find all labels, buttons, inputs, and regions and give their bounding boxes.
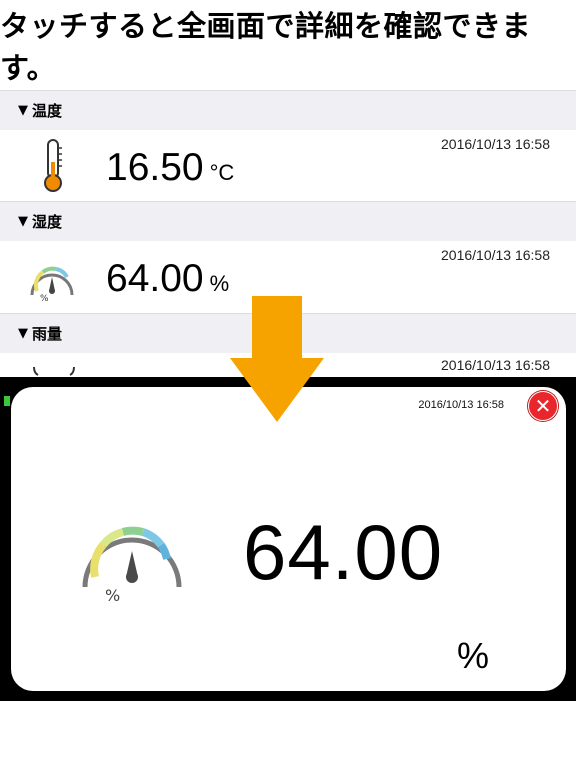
thermometer-icon (44, 139, 62, 192)
value-text: 64.00 (106, 257, 204, 300)
status-indicator (4, 396, 10, 406)
fullscreen-unit: % (457, 635, 490, 676)
section-header-temperature: ▼ 温度 (0, 90, 576, 130)
rain-icon (33, 366, 75, 376)
sensor-row-humidity[interactable]: 2016/10/13 16:58 % 64.00% (0, 241, 576, 313)
temperature-value: 16.50 °C (106, 146, 234, 190)
humidity-gauge-icon: % (82, 526, 182, 605)
svg-text:%: % (40, 294, 49, 303)
section-label: 雨量 (32, 325, 63, 343)
close-icon[interactable]: ✕ (528, 391, 558, 421)
fullscreen-timestamp: 2016/10/13 16:58 (418, 399, 504, 411)
section-header-humidity: ▼ 湿度 (0, 201, 576, 241)
triangle-icon: ▼ (18, 326, 28, 341)
timestamp: 2016/10/13 16:58 (441, 247, 550, 263)
section-label: 湿度 (32, 213, 63, 231)
fullscreen-card[interactable]: 2016/10/13 16:58 ✕ % 64.00 % (11, 387, 566, 691)
sensor-row-rainfall[interactable]: 2016/10/13 16:58 (0, 353, 576, 377)
triangle-icon: ▼ (18, 214, 28, 229)
gauge-label: % (105, 586, 120, 605)
unit-text: % (209, 271, 230, 296)
humidity-gauge-icon: % (30, 266, 74, 303)
unit-text: °C (209, 160, 235, 185)
headline: タッチすると全画面で詳細を確認できます。 (0, 9, 532, 85)
section-header-rainfall: ▼ 雨量 (0, 313, 576, 353)
value-text: 16.50 (106, 146, 204, 189)
humidity-value: 64.00% (106, 257, 229, 301)
fullscreen-value: 64.00 (243, 508, 444, 596)
timestamp: 2016/10/13 16:58 (441, 136, 550, 152)
timestamp: 2016/10/13 16:58 (441, 357, 550, 373)
section-label: 温度 (32, 102, 63, 120)
triangle-icon: ▼ (18, 103, 28, 118)
sensor-row-temperature[interactable]: 2016/10/13 16:58 16.50 °C (0, 130, 576, 200)
